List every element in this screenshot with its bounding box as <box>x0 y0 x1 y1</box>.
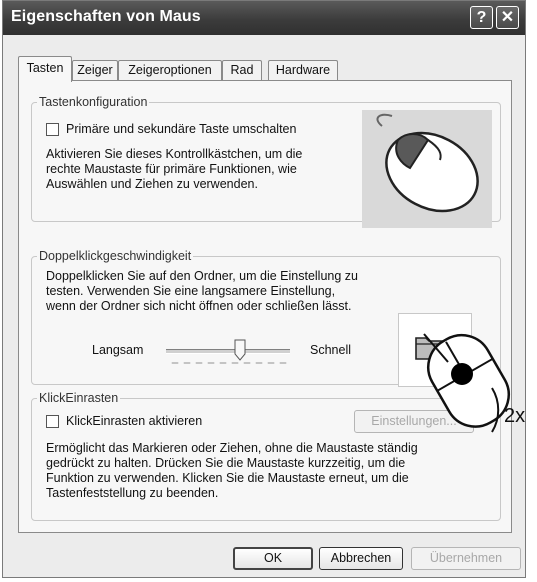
fast-label: Schnell <box>310 343 351 357</box>
clicklock-legend: KlickEinrasten <box>39 391 119 405</box>
double-click-mouse-callout: 2x <box>423 333 525 433</box>
tab-rad[interactable]: Rad <box>222 60 262 81</box>
double-click-desc-line2: testen. Verwenden Sie eine langsamere Ei… <box>46 284 336 298</box>
clicklock-desc-line4: Tastenfeststellung zu beenden. <box>46 486 219 500</box>
double-click-count-label: 2x <box>504 405 525 427</box>
speed-slider-track[interactable] <box>166 349 290 354</box>
button-config-desc-line3: Auswählen und Ziehen zu verwenden. <box>46 177 258 191</box>
clicklock-desc-line1: Ermöglicht das Markieren oder Ziehen, oh… <box>46 441 418 455</box>
apply-button[interactable]: Übernehmen <box>411 547 521 570</box>
double-click-desc-line3: wenn der Ordner sich nicht öffnen oder s… <box>46 299 352 313</box>
button-config-group: Tastenkonfiguration Primäre und sekundär… <box>31 95 501 228</box>
swap-buttons-checkbox[interactable] <box>46 123 59 136</box>
button-config-legend: Tastenkonfiguration <box>39 95 148 109</box>
button-config-desc-line1: Aktivieren Sie dieses Kontrollkästchen, … <box>46 147 303 161</box>
ok-button[interactable]: OK <box>233 547 313 570</box>
mouse-icon <box>362 110 492 228</box>
swap-buttons-label: Primäre und sekundäre Taste umschalten <box>66 122 297 136</box>
tab-zeigeroptionen[interactable]: Zeigeroptionen <box>118 60 222 81</box>
close-button[interactable]: ✕ <box>496 6 519 29</box>
window-title: Eigenschaften von Maus <box>11 8 201 25</box>
clicklock-label: KlickEinrasten aktivieren <box>66 414 203 428</box>
clicklock-checkbox[interactable] <box>46 415 59 428</box>
cancel-button[interactable]: Abbrechen <box>319 547 403 570</box>
help-button[interactable]: ? <box>470 6 493 29</box>
title-bar[interactable]: Eigenschaften von Maus ? ✕ <box>3 1 525 35</box>
clicklock-desc-line2: gedrückt zu halten. Drücken Sie die Maus… <box>46 456 406 470</box>
speed-slider-ticks <box>169 362 287 364</box>
tab-panel: Tastenkonfiguration Primäre und sekundär… <box>18 80 512 533</box>
tab-hardware[interactable]: Hardware <box>268 60 338 81</box>
clicklock-desc-line3: Funktion zu verwenden. Klicken Sie die M… <box>46 471 409 485</box>
tab-zeiger[interactable]: Zeiger <box>72 60 118 81</box>
button-config-desc-line2: rechte Maustaste für primäre Funktionen,… <box>46 162 297 176</box>
tab-tasten[interactable]: Tasten <box>18 56 72 82</box>
slow-label: Langsam <box>92 343 144 357</box>
double-click-legend: Doppelklickgeschwindigkeit <box>39 249 192 263</box>
mouse-properties-window: Eigenschaften von Maus ? ✕ Tasten Zeiger… <box>2 0 526 578</box>
speed-slider-thumb[interactable] <box>234 339 246 361</box>
double-click-desc-line1: Doppelklicken Sie auf den Ordner, um die… <box>46 269 358 283</box>
